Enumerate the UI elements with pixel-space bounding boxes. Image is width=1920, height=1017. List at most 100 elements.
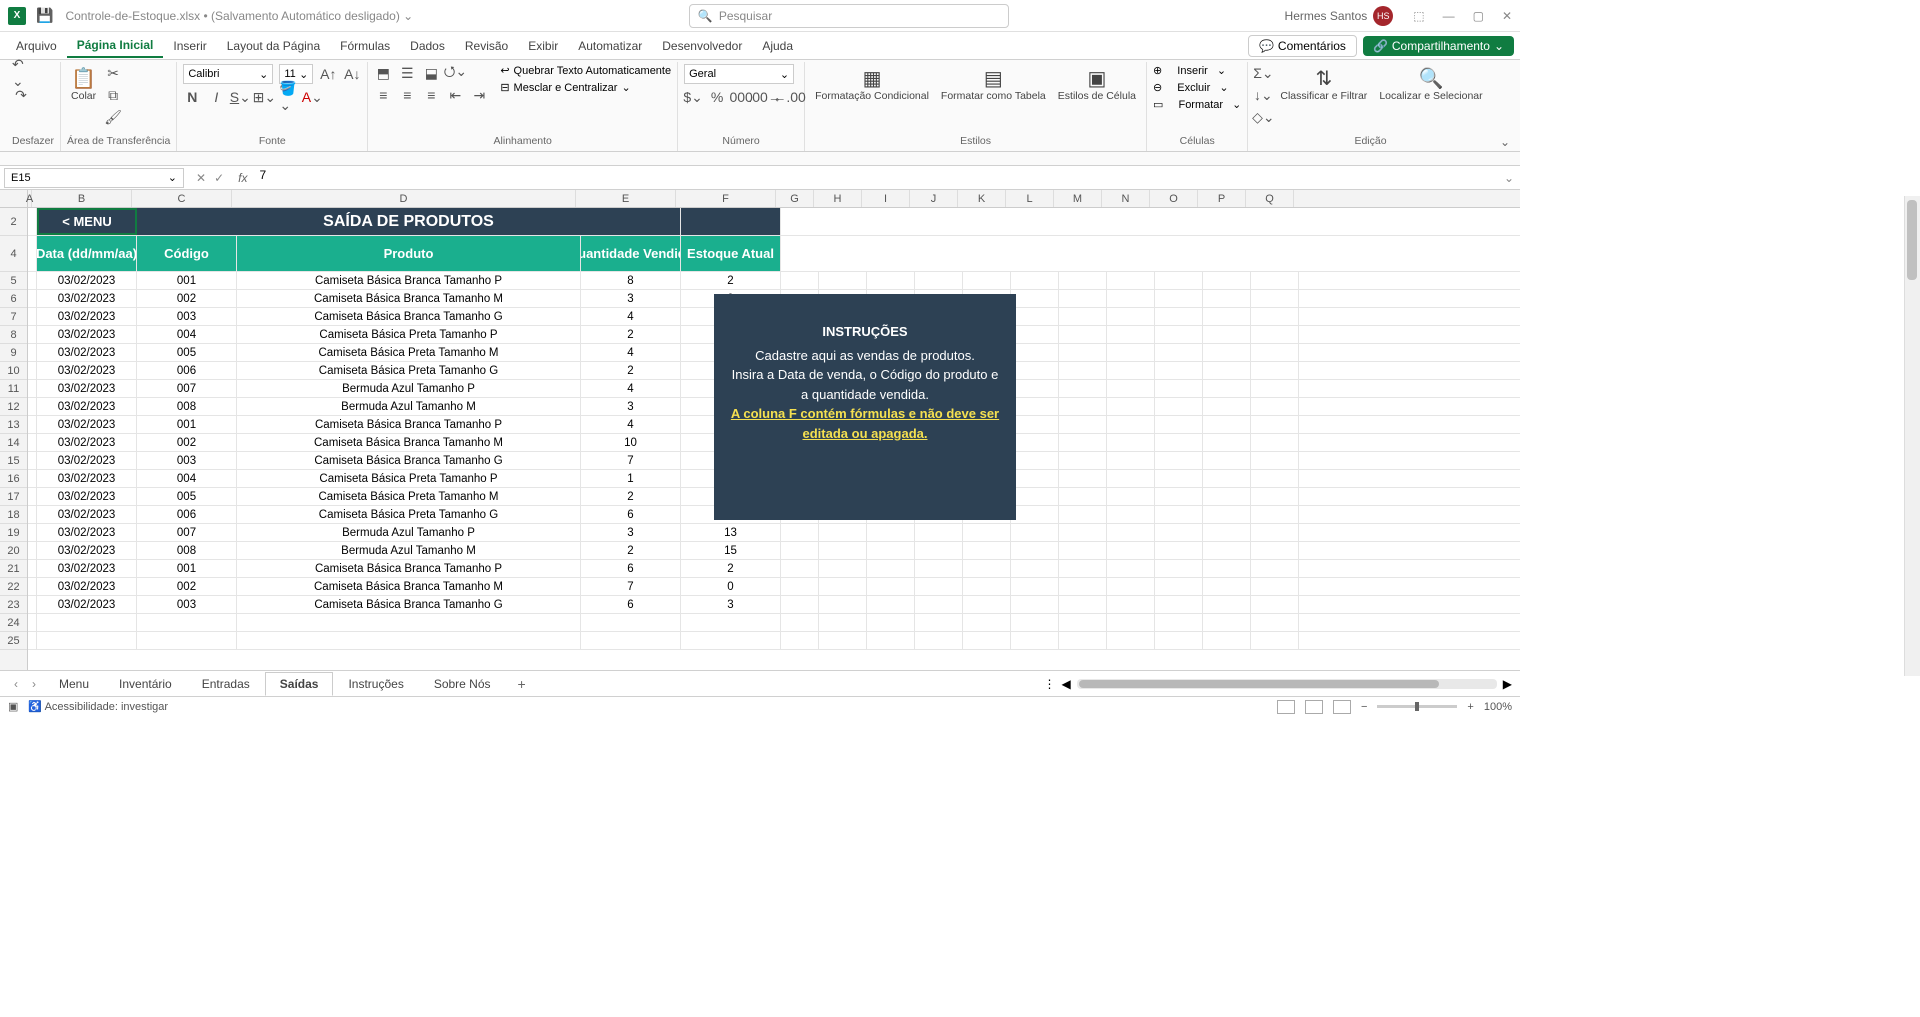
cell[interactable] (1107, 560, 1155, 577)
row-header[interactable]: 16 (0, 470, 27, 488)
cell-qty[interactable]: 4 (581, 416, 681, 433)
row-header[interactable]: 4 (0, 236, 27, 272)
cell-qty[interactable]: 2 (581, 362, 681, 379)
cell[interactable] (1155, 506, 1203, 523)
cell[interactable] (1251, 326, 1299, 343)
scroll-thumb[interactable] (1907, 200, 1917, 280)
comments-button[interactable]: 💬 Comentários (1248, 35, 1357, 57)
ribbon-tab-página-inicial[interactable]: Página Inicial (67, 34, 164, 58)
cell-qty[interactable]: 6 (581, 560, 681, 577)
cell[interactable] (819, 632, 867, 649)
cell[interactable] (1251, 506, 1299, 523)
clear-button[interactable]: ◇⌄ (1254, 108, 1272, 126)
cell[interactable] (1251, 452, 1299, 469)
cell[interactable] (1155, 362, 1203, 379)
decrease-decimal-button[interactable]: ←.00 (780, 88, 798, 106)
column-header[interactable]: I (862, 190, 910, 207)
cell[interactable] (819, 524, 867, 541)
cell[interactable] (28, 398, 37, 415)
cell[interactable] (1155, 470, 1203, 487)
ribbon-tab-inserir[interactable]: Inserir (163, 35, 216, 57)
align-middle-button[interactable]: ☰ (398, 64, 416, 82)
menu-button[interactable]: < MENU (37, 208, 137, 235)
cancel-formula-icon[interactable]: ✕ (196, 171, 206, 185)
cell[interactable] (819, 560, 867, 577)
currency-button[interactable]: $⌄ (684, 88, 702, 106)
row-header[interactable]: 14 (0, 434, 27, 452)
cell-product[interactable]: Camiseta Básica Branca Tamanho G (237, 452, 581, 469)
bold-button[interactable]: N (183, 88, 201, 106)
sheet-nav-prev[interactable]: ‹ (8, 677, 24, 691)
page-break-view-button[interactable] (1333, 700, 1351, 714)
align-center-button[interactable]: ≡ (398, 86, 416, 104)
cell[interactable] (1107, 614, 1155, 631)
cell-code[interactable]: 005 (137, 488, 237, 505)
cell[interactable] (1011, 452, 1059, 469)
cell[interactable] (1059, 380, 1107, 397)
cell[interactable] (1107, 272, 1155, 289)
paste-button[interactable]: 📋 Colar (67, 64, 100, 105)
cell[interactable] (1155, 272, 1203, 289)
cell-date[interactable]: 03/02/2023 (37, 290, 137, 307)
align-bottom-button[interactable]: ⬓ (422, 64, 440, 82)
cell[interactable] (867, 632, 915, 649)
cell-product[interactable]: Bermuda Azul Tamanho M (237, 542, 581, 559)
row-header[interactable]: 7 (0, 308, 27, 326)
cell[interactable] (1203, 452, 1251, 469)
row-header[interactable]: 21 (0, 560, 27, 578)
cell[interactable] (1011, 488, 1059, 505)
row-header[interactable]: 13 (0, 416, 27, 434)
cell[interactable] (915, 632, 963, 649)
cell-code[interactable]: 004 (137, 326, 237, 343)
cell[interactable] (1107, 632, 1155, 649)
cell[interactable] (28, 434, 37, 451)
cell[interactable] (1203, 434, 1251, 451)
row-header[interactable]: 17 (0, 488, 27, 506)
cell-qty[interactable]: 3 (581, 524, 681, 541)
format-button[interactable]: ▭ Formatar ⌄ (1153, 98, 1241, 111)
cell[interactable] (1251, 614, 1299, 631)
cell[interactable] (1059, 326, 1107, 343)
cell-qty[interactable]: 2 (581, 326, 681, 343)
find-select-button[interactable]: 🔍Localizar e Selecionar (1375, 64, 1486, 105)
close-icon[interactable]: ✕ (1502, 9, 1512, 23)
cell[interactable] (1203, 272, 1251, 289)
cell-code[interactable]: 001 (137, 416, 237, 433)
cut-button[interactable]: ✂ (104, 64, 122, 82)
cell[interactable] (137, 632, 237, 649)
cell[interactable] (1155, 596, 1203, 613)
cell[interactable] (1155, 542, 1203, 559)
cell-product[interactable]: Camiseta Básica Branca Tamanho P (237, 416, 581, 433)
cell[interactable] (28, 236, 37, 271)
cell[interactable] (1107, 326, 1155, 343)
cell-product[interactable]: Camiseta Básica Preta Tamanho M (237, 344, 581, 361)
cell[interactable] (1011, 596, 1059, 613)
column-header[interactable]: G (776, 190, 814, 207)
row-header[interactable]: 10 (0, 362, 27, 380)
cell[interactable] (1059, 290, 1107, 307)
align-left-button[interactable]: ≡ (374, 86, 392, 104)
cell-product[interactable]: Camiseta Básica Branca Tamanho G (237, 596, 581, 613)
cell[interactable] (1107, 542, 1155, 559)
cell[interactable] (1203, 632, 1251, 649)
column-header[interactable]: O (1150, 190, 1198, 207)
cell[interactable] (963, 272, 1011, 289)
cell-date[interactable]: 03/02/2023 (37, 542, 137, 559)
cell[interactable] (781, 560, 819, 577)
save-icon[interactable]: 💾 (36, 7, 53, 24)
underline-button[interactable]: S⌄ (231, 88, 249, 106)
cell-date[interactable]: 03/02/2023 (37, 560, 137, 577)
cell-qty[interactable]: 4 (581, 380, 681, 397)
cell[interactable] (1059, 362, 1107, 379)
cell[interactable] (1251, 560, 1299, 577)
cell[interactable] (781, 596, 819, 613)
cell[interactable] (1155, 488, 1203, 505)
cell[interactable] (1155, 290, 1203, 307)
cell[interactable] (1107, 524, 1155, 541)
cell[interactable] (1011, 344, 1059, 361)
ribbon-display-icon[interactable]: ⬚ (1413, 9, 1424, 23)
cell-date[interactable]: 03/02/2023 (37, 524, 137, 541)
expand-formula-icon[interactable]: ⌄ (1498, 171, 1520, 185)
cell[interactable] (1203, 362, 1251, 379)
row-header[interactable]: 23 (0, 596, 27, 614)
